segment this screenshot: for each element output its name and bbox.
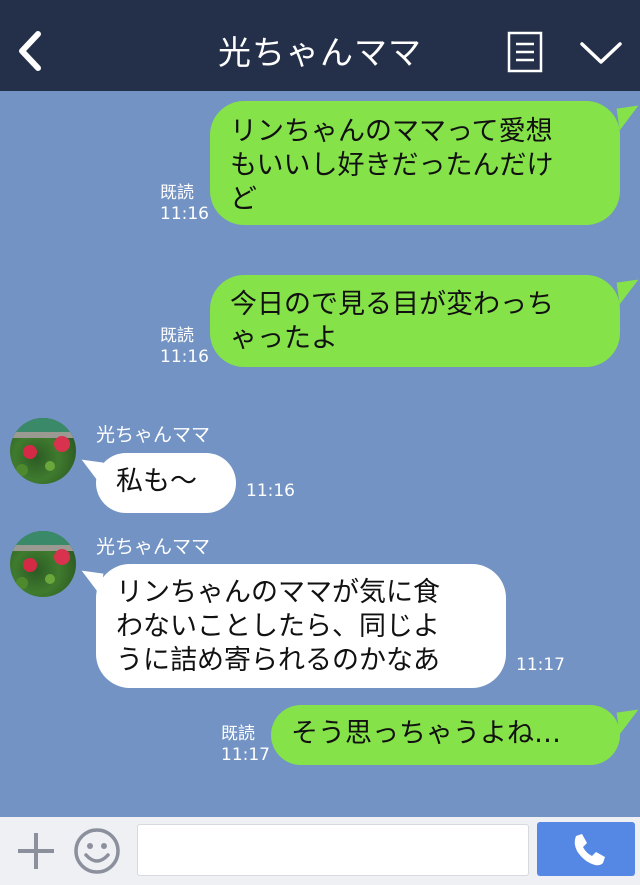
read-label: 既読 [160, 183, 194, 203]
menu-list-icon [507, 31, 543, 73]
message-text: リンちゃんのママって愛想 もいいし好きだったんだけ ど [230, 116, 554, 215]
rose-photo-icon [10, 531, 76, 589]
phone-icon [574, 834, 605, 866]
add-button[interactable] [14, 829, 58, 873]
bubble-tail [78, 570, 104, 596]
received-message-bubble[interactable]: リンちゃんのママが気に食 わないことしたら、同じよ うに詰め寄られるのかなあ [78, 564, 506, 688]
plus-icon [18, 833, 54, 869]
expand-button[interactable] [578, 36, 624, 68]
read-receipt: 既読 11:17 [221, 724, 270, 766]
read-receipt: 既読 11:16 [160, 326, 209, 368]
chat-area[interactable]: 既読 11:16 リンちゃんのママって愛想 もいいし好きだったんだけ ど 既読 … [0, 91, 640, 817]
emoji-button[interactable] [73, 827, 121, 875]
read-label: 既読 [221, 724, 255, 744]
menu-button[interactable] [507, 31, 543, 73]
message-text: 私も～ [116, 466, 197, 497]
message-time: 11:16 [160, 204, 209, 224]
message-input[interactable] [137, 824, 529, 876]
message-text: リンちゃんのママが気に食 わないことしたら、同じよ うに詰め寄られるのかなあ [116, 577, 440, 676]
smiley-icon [74, 828, 120, 874]
message-time: 11:17 [221, 745, 270, 765]
chat-header: 光ちゃんママ [0, 0, 640, 91]
message-text: そう思っちゃうよね… [291, 718, 561, 749]
sender-name: 光ちゃんママ [96, 536, 211, 558]
sent-message-bubble[interactable]: そう思っちゃうよね… [271, 705, 640, 765]
bubble-tail [616, 105, 640, 131]
sent-message-bubble[interactable]: 今日ので見る目が変わっち ゃったよ [210, 275, 640, 367]
call-button[interactable] [537, 822, 635, 876]
avatar[interactable] [10, 418, 76, 484]
chevron-down-icon [580, 42, 622, 64]
bubble-tail [616, 709, 640, 735]
message-time: 11:16 [160, 347, 209, 367]
message-time: 11:16 [246, 481, 295, 501]
avatar[interactable] [10, 531, 76, 597]
sender-name: 光ちゃんママ [96, 424, 211, 446]
bubble-tail [78, 459, 104, 485]
read-receipt: 既読 11:16 [160, 183, 209, 225]
message-time: 11:17 [516, 655, 565, 675]
bubble-tail [616, 279, 640, 305]
input-bar [0, 817, 640, 885]
read-label: 既読 [160, 326, 194, 346]
rose-photo-icon [10, 418, 76, 476]
message-text: 今日ので見る目が変わっち ゃったよ [230, 289, 554, 354]
received-message-bubble[interactable]: 私も～ [78, 453, 236, 513]
sent-message-bubble[interactable]: リンちゃんのママって愛想 もいいし好きだったんだけ ど [210, 101, 640, 225]
chat-title: 光ちゃんママ [218, 33, 422, 72]
